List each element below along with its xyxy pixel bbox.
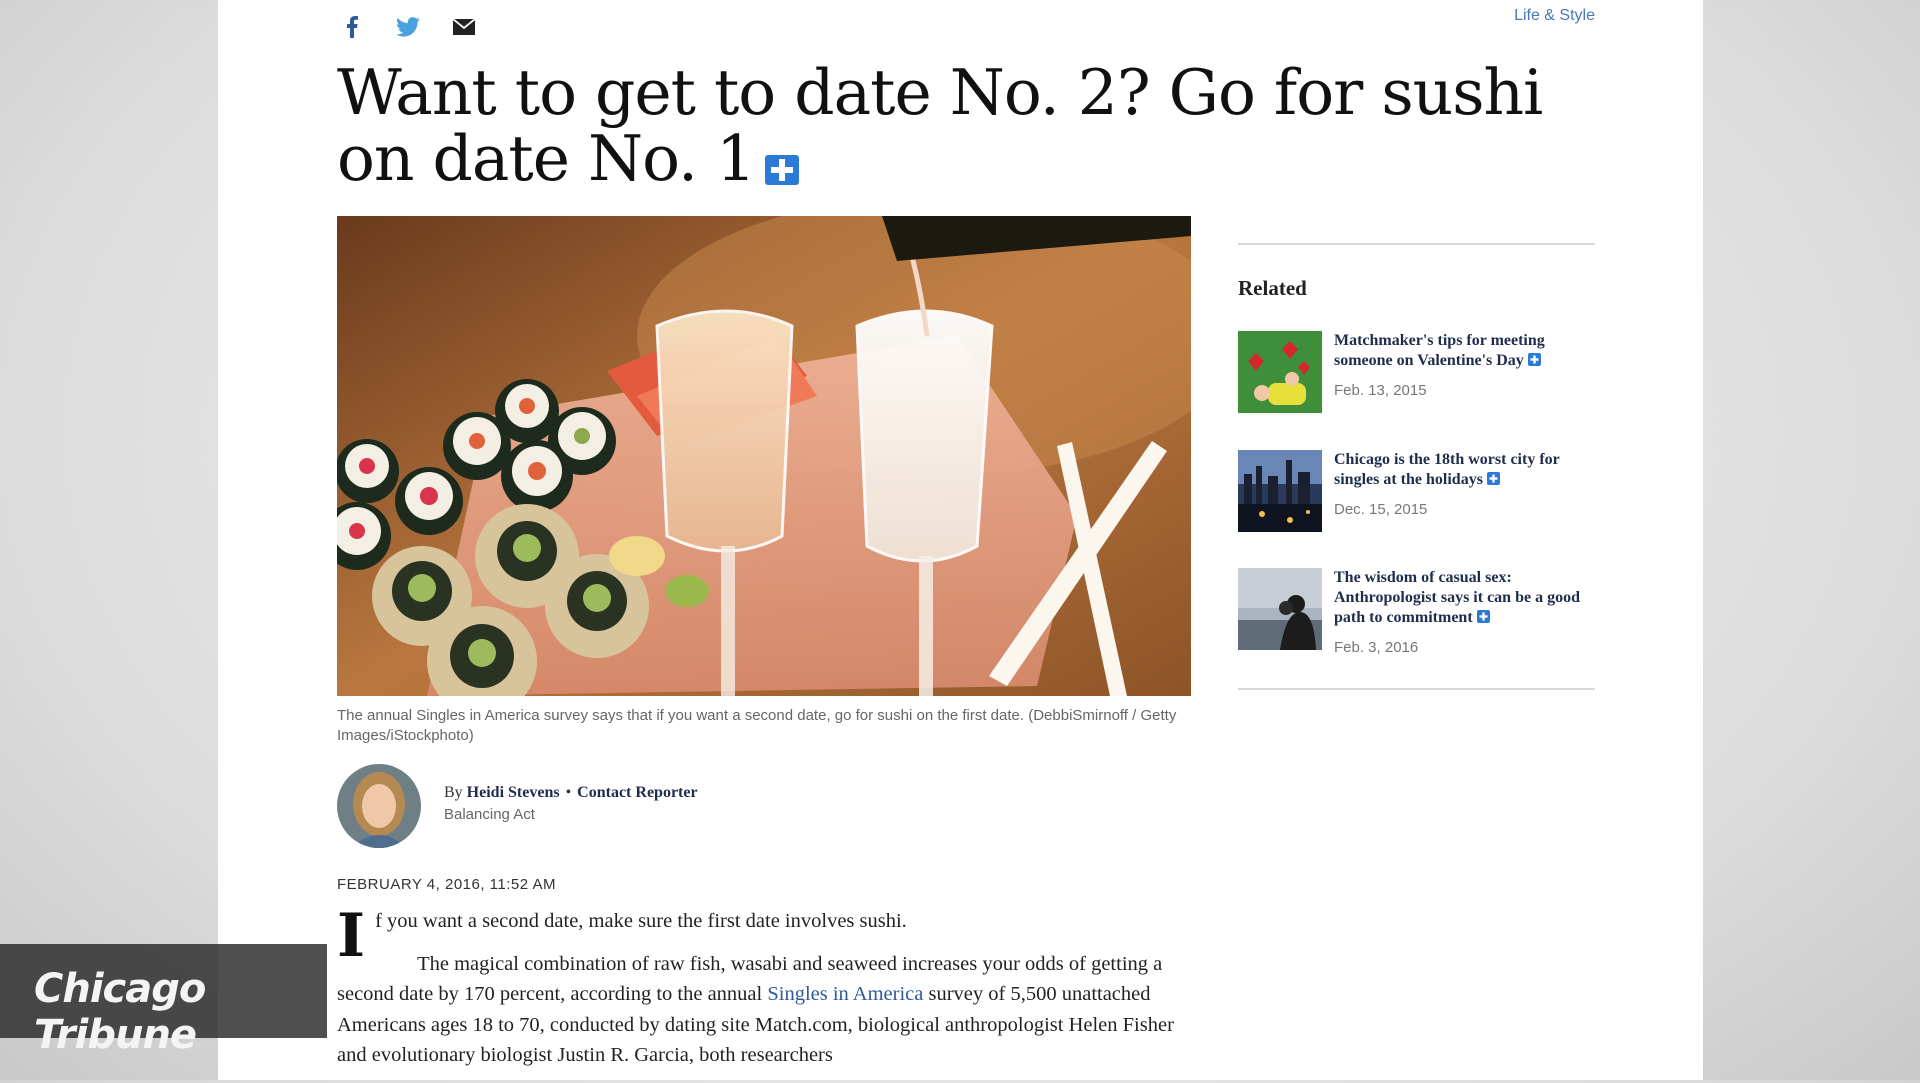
byline: By Heidi Stevens • Contact Reporter [444, 784, 698, 802]
paragraph-1: If you want a second date, make sure the… [337, 906, 1193, 966]
email-icon[interactable] [449, 14, 479, 40]
chicago-tribune-logo: Chicago Tribune [34, 966, 206, 1058]
share-bar [337, 14, 479, 40]
section-link-life-style[interactable]: Life & Style [1514, 7, 1595, 25]
related-item[interactable]: Chicago is the 18th worst city for singl… [1238, 450, 1598, 540]
plus-badge-icon [1527, 352, 1541, 372]
paragraph-2: The magical combination of raw fish, was… [337, 949, 1193, 1071]
twitter-icon[interactable] [393, 14, 423, 40]
related-top-rule [1238, 243, 1595, 245]
related-text: Chicago is the 18th worst city for singl… [1334, 450, 1599, 518]
headline-text: Want to get to date No. 2? Go for sushi … [337, 56, 1543, 195]
related-headline[interactable]: The wisdom of casual sex: Anthropologist… [1334, 568, 1599, 629]
related-thumbnail[interactable] [1238, 450, 1322, 532]
paragraph-1-text: f you want a second date, make sure the … [375, 910, 907, 932]
related-headline[interactable]: Matchmaker's tips for meeting someone on… [1334, 331, 1599, 372]
article-headline: Want to get to date No. 2? Go for sushi … [337, 60, 1617, 197]
related-text: Matchmaker's tips for meeting someone on… [1334, 331, 1599, 399]
plus-badge-icon [1476, 609, 1490, 629]
related-date: Dec. 15, 2015 [1334, 501, 1428, 518]
related-text: The wisdom of casual sex: Anthropologist… [1334, 568, 1599, 656]
drop-cap: I [337, 901, 366, 971]
author-avatar[interactable] [337, 764, 421, 848]
sushi-champagne-photo [337, 216, 1191, 696]
related-title: Related [1238, 276, 1307, 300]
related-headline[interactable]: Chicago is the 18th worst city for singl… [1334, 450, 1599, 491]
hero-photo[interactable] [337, 216, 1191, 696]
publish-date: FEBRUARY 4, 2016, 11:52 AM [337, 876, 556, 893]
related-item[interactable]: The wisdom of casual sex: Anthropologist… [1238, 568, 1598, 658]
related-headline-text[interactable]: The wisdom of casual sex: Anthropologist… [1334, 569, 1580, 626]
related-headline-text[interactable]: Chicago is the 18th worst city for singl… [1334, 451, 1559, 488]
byline-separator: • [565, 784, 572, 801]
byline-prefix: By [444, 784, 463, 801]
column-name[interactable]: Balancing Act [444, 806, 535, 823]
author-link[interactable]: Heidi Stevens [467, 784, 560, 801]
related-bottom-rule [1238, 688, 1595, 690]
facebook-icon[interactable] [337, 14, 367, 40]
related-item[interactable]: Matchmaker's tips for meeting someone on… [1238, 331, 1598, 421]
plus-badge-icon [765, 131, 800, 197]
related-date: Feb. 13, 2015 [1334, 382, 1427, 399]
photo-caption: The annual Singles in America survey say… [337, 707, 1177, 744]
related-thumbnail[interactable] [1238, 568, 1322, 650]
related-thumbnail[interactable] [1238, 331, 1322, 413]
plus-badge-icon [1486, 471, 1500, 491]
article-body: If you want a second date, make sure the… [337, 906, 1193, 1083]
contact-reporter-link[interactable]: Contact Reporter [577, 784, 697, 801]
related-headline-text[interactable]: Matchmaker's tips for meeting someone on… [1334, 332, 1545, 369]
singles-in-america-link[interactable]: Singles in America [767, 983, 923, 1005]
broadcaster-logo-overlay: Chicago Tribune [0, 944, 327, 1058]
related-date: Feb. 3, 2016 [1334, 639, 1419, 656]
